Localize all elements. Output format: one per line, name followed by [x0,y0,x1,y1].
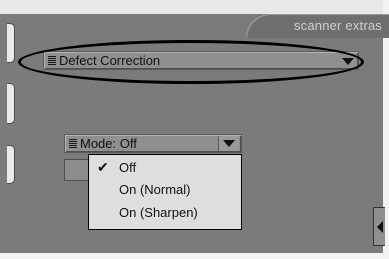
mode-dropdown-menu: ✔ Off On (Normal) On (Sharpen) [88,154,242,230]
top-strip [0,0,389,14]
highlight-ellipse [18,40,364,84]
side-handle-2[interactable] [7,83,15,124]
checkmark-icon: ✔ [97,159,109,175]
grip-lines-icon [69,139,77,149]
side-handle-3[interactable] [7,145,15,184]
menu-item-label: Off [119,160,137,175]
mode-select-label: Mode: Off [80,136,137,151]
hidden-button[interactable] [64,159,90,181]
triangle-left-icon [377,221,383,233]
collapse-side-tab[interactable] [373,207,385,246]
scanner-extras-label: scanner extras [293,18,382,33]
mode-select[interactable]: Mode: Off [64,134,242,153]
menu-item-label: On (Normal) [119,182,191,197]
menu-item-label: On (Sharpen) [119,205,198,220]
app-window: scanner extras Defect Correction Mode: O… [0,0,389,259]
mode-dropdown-button[interactable] [218,136,239,151]
menu-item-off[interactable]: ✔ Off [89,157,241,179]
menu-item-on-normal[interactable]: On (Normal) [89,179,241,201]
menu-item-on-sharpen[interactable]: On (Sharpen) [89,202,241,224]
triangle-down-icon [223,140,235,147]
bottom-edge [0,253,389,259]
side-handle-1[interactable] [7,23,15,63]
